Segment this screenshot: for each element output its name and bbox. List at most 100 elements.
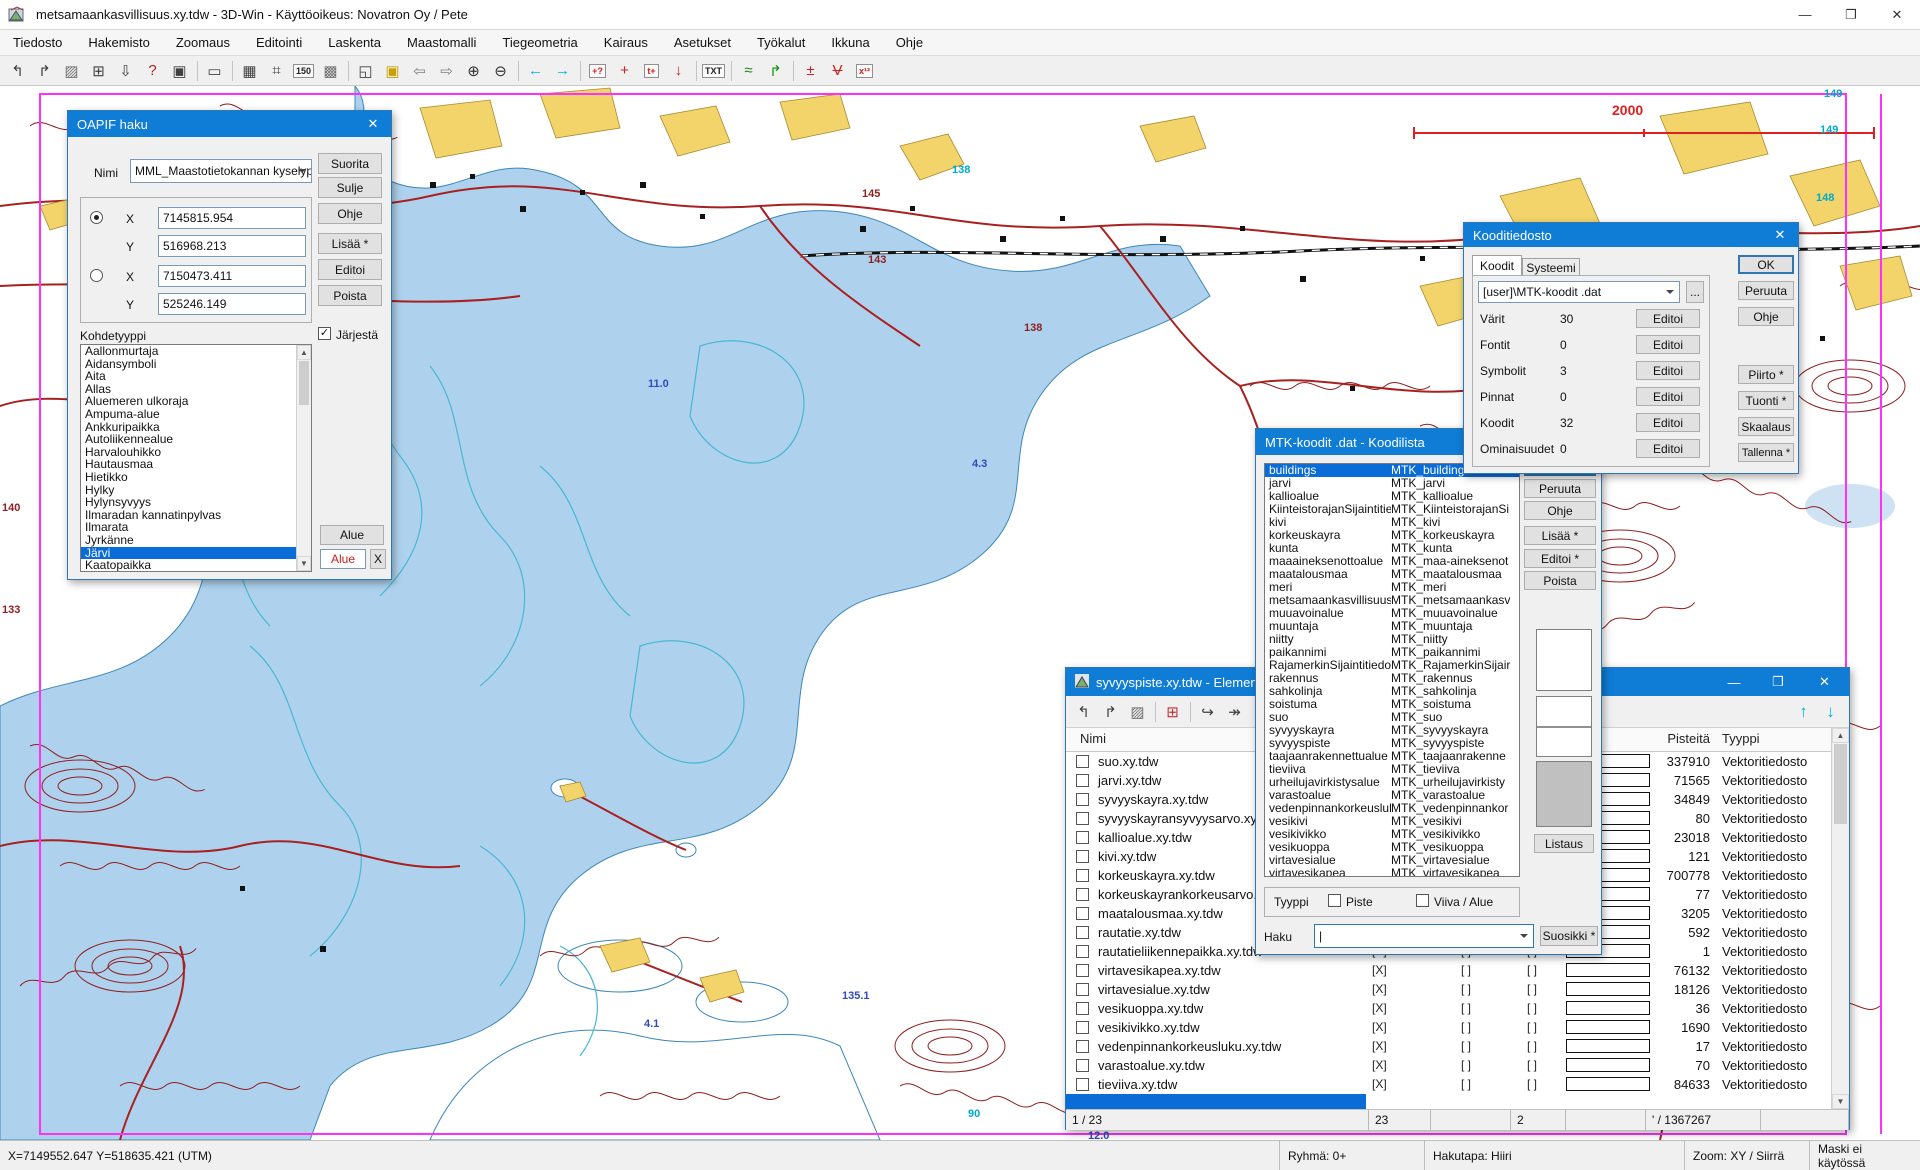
file-row[interactable]: tieviiva.xy.tdw [X] [ ] [ ] 84633 Vektor… (1066, 1075, 1831, 1094)
column-header-tyyppi[interactable]: Tyyppi (1722, 731, 1760, 746)
code-row[interactable]: taajaanrakennettualueMTK_taajaanrakenne (1265, 750, 1519, 763)
code-row[interactable]: kuntaMTK_kunta (1265, 542, 1519, 555)
xyz-toggle-icon[interactable]: ± (797, 59, 824, 83)
save-all-files-icon[interactable]: ↠ (1221, 700, 1248, 724)
menu-tyokalut[interactable]: Työkalut (744, 30, 818, 55)
grid-select-icon[interactable]: ⌗ (263, 59, 290, 83)
file-row[interactable]: vesikivikko.xy.tdw [X] [ ] [ ] 1690 Vekt… (1066, 1018, 1831, 1037)
copy-add-icon[interactable]: ⊞ (85, 59, 112, 83)
zoom-window-icon[interactable]: ◱ (352, 59, 379, 83)
code-row[interactable]: maaaineksenottoalueMTK_maa-aineksenot (1265, 555, 1519, 568)
y1-input[interactable]: 516968.213 (158, 235, 306, 257)
menu-maastomalli[interactable]: Maastomalli (394, 30, 489, 55)
code-row[interactable]: korkeuskayraMTK_korkeuskayra (1265, 529, 1519, 542)
code-row[interactable]: rakennusMTK_rakennus (1265, 672, 1519, 685)
file-row[interactable]: vedenpinnankorkeusluku.xy.tdw [X] [ ] [ … (1066, 1037, 1831, 1056)
file-visible-checkbox[interactable] (1076, 945, 1089, 958)
point-query-icon[interactable]: +? (584, 59, 611, 83)
zoom-in-icon[interactable]: ⊕ (460, 59, 487, 83)
code-row[interactable]: syvyyspisteMTK_syvyyspiste (1265, 737, 1519, 750)
coordinate-radio-2[interactable] (90, 269, 103, 282)
file-visible-checkbox[interactable] (1076, 869, 1089, 882)
editoi-button[interactable]: Editoi (318, 259, 382, 280)
file-visible-checkbox[interactable] (1076, 926, 1089, 939)
editoi-button[interactable]: Editoi * (1524, 549, 1596, 568)
editoi-button[interactable]: Editoi (1636, 439, 1700, 458)
close-button[interactable]: ✕ (1800, 668, 1849, 696)
close-button[interactable]: ✕ (1874, 0, 1920, 29)
menu-zoomaus[interactable]: Zoomaus (163, 30, 243, 55)
file-visible-checkbox[interactable] (1076, 983, 1089, 996)
scroll-up-icon[interactable]: ▲ (1832, 728, 1849, 743)
kooditiedosto-titlebar[interactable]: Kooditiedosto ✕ (1464, 223, 1798, 247)
alue-clear-button[interactable]: X (370, 549, 386, 569)
piirto-button[interactable]: Piirto * (1738, 365, 1794, 384)
move-down-icon[interactable]: ↓ (1817, 700, 1844, 724)
code-row[interactable]: tieviivaMTK_tieviiva (1265, 763, 1519, 776)
file-visible-checkbox[interactable] (1076, 964, 1089, 977)
v-strike-icon[interactable]: V (824, 59, 851, 83)
code-row[interactable]: RajamerkinSijaintitiedotMTK_RajamerkinSi… (1265, 659, 1519, 672)
file-help-icon[interactable]: ? (139, 59, 166, 83)
zoom-out-icon[interactable]: ⊖ (487, 59, 514, 83)
editoi-button[interactable]: Editoi (1636, 413, 1700, 432)
code-row[interactable]: suoMTK_suo (1265, 711, 1519, 724)
code-row[interactable]: muuavoinalueMTK_muuavoinalue (1265, 607, 1519, 620)
editoi-button[interactable]: Editoi (1636, 387, 1700, 406)
skaalaus-button[interactable]: Skaalaus (1738, 417, 1794, 436)
maximize-button[interactable]: ❐ (1756, 668, 1800, 696)
ok-button[interactable]: OK (1738, 255, 1794, 274)
menu-tiegeometria[interactable]: Tiegeometria (489, 30, 590, 55)
file-row[interactable]: virtavesikapea.xy.tdw [X] [ ] [ ] 76132 … (1066, 961, 1831, 980)
save-alert-icon[interactable]: ⇩ (112, 59, 139, 83)
code-row[interactable]: urheilujavirkistysalueMTK_urheilujavirki… (1265, 776, 1519, 789)
menu-ohje[interactable]: Ohje (883, 30, 936, 55)
code-row[interactable]: metsamaankasvillisuusMTK_metsamaankasv (1265, 594, 1519, 607)
table-icon[interactable]: ▦ (236, 59, 263, 83)
oapif-titlebar[interactable]: OAPIF haku ✕ (68, 111, 391, 137)
minimize-button[interactable]: — (1782, 0, 1828, 29)
browse-button[interactable]: ... (1686, 281, 1704, 303)
file-visible-checkbox[interactable] (1076, 1021, 1089, 1034)
kohdetyyppi-item[interactable]: Ampuma-alue (81, 408, 297, 421)
kohdetyyppi-item[interactable]: Kaatopaikka (81, 559, 297, 572)
nimi-combo[interactable]: MML_Maastotietokannan kyselyp (130, 159, 312, 183)
ohje-button[interactable]: Ohje (318, 203, 382, 224)
viiva-alue-checkbox[interactable] (1416, 894, 1429, 907)
y2-input[interactable]: 525246.149 (158, 293, 306, 315)
kohdetyyppi-item[interactable]: Aidansymboli (81, 358, 297, 371)
file-visible-checkbox[interactable] (1076, 1078, 1089, 1091)
menu-editointi[interactable]: Editointi (243, 30, 315, 55)
menu-hakemisto[interactable]: Hakemisto (75, 30, 162, 55)
column-header-nimi[interactable]: Nimi (1080, 731, 1106, 746)
code-row[interactable]: niittyMTK_niitty (1265, 633, 1519, 646)
code-row[interactable]: maatalousmaaMTK_maatalousmaa (1265, 568, 1519, 581)
kohdetyyppi-scrollbar[interactable]: ▲ ▼ (296, 345, 311, 571)
code-file-combo[interactable]: [user]\MTK-koodit .dat (1478, 281, 1680, 303)
profile-icon[interactable]: ≈ (735, 59, 762, 83)
jarjesta-checkbox[interactable]: ✓ (318, 327, 331, 340)
undo-icon[interactable]: ← (522, 59, 549, 83)
file-visible-checkbox[interactable] (1076, 793, 1089, 806)
code-row[interactable]: vesikuoppaMTK_vesikuoppa (1265, 841, 1519, 854)
poista-button[interactable]: Poista (1524, 571, 1596, 590)
alue-button[interactable]: Alue (320, 525, 384, 545)
point-move-icon[interactable]: t+ (638, 59, 665, 83)
read-add-file-icon[interactable]: ↱ (31, 59, 58, 83)
coordinate-radio-1[interactable] (90, 211, 103, 224)
code-row[interactable]: vesikivikkoMTK_vesikivikko (1265, 828, 1519, 841)
code-row[interactable]: meriMTK_meri (1265, 581, 1519, 594)
minimize-button[interactable]: — (1712, 668, 1756, 696)
alue-mode-field[interactable]: Alue (320, 549, 366, 569)
marker-icon[interactable]: ▣ (379, 59, 406, 83)
x12-icon[interactable]: x¹² (851, 59, 878, 83)
hatch-window-icon[interactable]: ▩ (317, 59, 344, 83)
column-header-pisteita[interactable]: Pisteitä (1652, 731, 1710, 746)
save-file-icon[interactable]: ↪ (1194, 700, 1221, 724)
suosikki-button[interactable]: Suosikki * (1540, 926, 1598, 946)
close-icon[interactable]: ✕ (1762, 223, 1798, 247)
menu-asetukset[interactable]: Asetukset (661, 30, 744, 55)
read-file-icon[interactable]: ↰ (4, 59, 31, 83)
haku-input[interactable]: | (1314, 924, 1534, 948)
code-row[interactable]: muuntajaMTK_muuntaja (1265, 620, 1519, 633)
